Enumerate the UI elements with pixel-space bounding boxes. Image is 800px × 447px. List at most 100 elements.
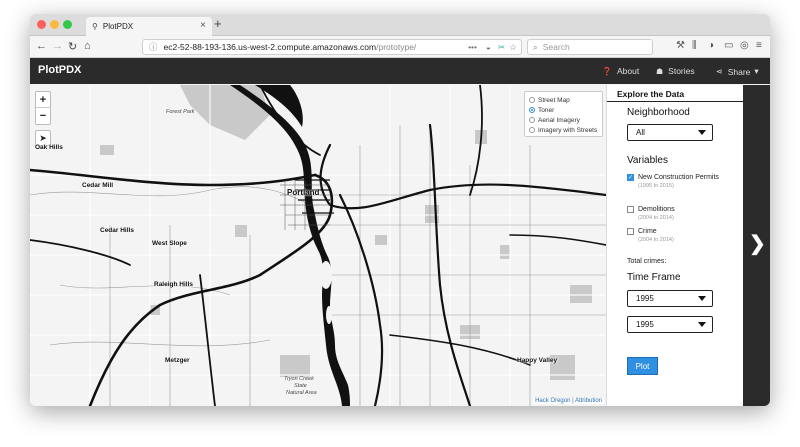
label-tryon-1: Tryon Creek [284,376,314,382]
nav-about[interactable]: ❓ About [602,66,639,76]
layer-label: Street Map [538,96,570,104]
app-content: + − ➤ Street Map Toner Aerial Imagery Im… [30,85,770,406]
pocket-icon[interactable]: ◒ [486,42,491,52]
time-start-select[interactable]: 1995 [627,290,713,307]
close-window-button[interactable] [37,20,46,29]
variable-new-construction[interactable]: ✓ New Construction Permits (1995 to 2015… [627,173,719,190]
label-forest-park: Forest Park [166,109,195,115]
chevron-down-icon [698,322,706,327]
label-cedar-hills: Cedar Hills [100,227,134,234]
radio-imagery-streets[interactable] [529,127,535,133]
checkbox-new-construction[interactable]: ✓ [627,174,634,181]
nav-stories-label: Stories [668,66,695,76]
layer-option-imagery-streets[interactable]: Imagery with Streets [529,125,598,135]
maximize-window-button[interactable] [63,20,72,29]
map-view[interactable]: + − ➤ Street Map Toner Aerial Imagery Im… [30,85,606,406]
chevron-down-icon [698,296,706,301]
chevron-down-icon [698,130,706,135]
share-icon: ⋖ [716,67,723,76]
search-input[interactable]: ⌕ Search [527,39,653,55]
time-end-value: 1995 [636,320,654,329]
sync-icon[interactable]: ◑ [708,40,714,51]
layer-label: Toner [538,106,555,114]
reload-button[interactable]: ↻ [68,40,77,53]
bookmark-star-icon[interactable]: ☆ [509,42,517,53]
timeframe-heading: Time Frame [627,272,681,283]
app-brand[interactable]: PlotPDX [38,64,81,76]
layer-label: Aerial Imagery [538,116,580,124]
stories-icon: ☗ [656,66,664,76]
tab-bar: ⚲ PlotPDX × + [30,14,770,36]
label-cedar-mill: Cedar Mill [82,182,114,189]
info-icon[interactable]: ⓘ [149,41,158,53]
minimize-window-button[interactable] [50,20,59,29]
radio-aerial[interactable] [529,117,535,123]
url-path: /prototype/ [376,42,417,52]
menu-icon[interactable]: ≡ [756,40,762,51]
variable-range: (2004 to 2014) [638,237,674,243]
zoom-out-button[interactable]: − [36,108,50,124]
new-tab-button[interactable]: + [214,16,222,31]
plot-button[interactable]: Plot [627,357,658,375]
label-happy-valley: Happy Valley [517,357,558,364]
back-button[interactable]: ← [36,40,47,52]
checkbox-crime[interactable] [627,228,634,235]
chevron-down-icon: ▾ [754,66,759,76]
map-pin-icon: ⚲ [92,22,98,31]
browser-window: ⚲ PlotPDX × + ← → ↻ ⌂ ⓘ ec2-52-88-193-13… [30,14,770,406]
close-tab-icon[interactable]: × [200,20,206,31]
screenshot-icon[interactable]: ✂ [498,42,505,53]
checkbox-demolitions[interactable] [627,206,634,213]
tab-title: PlotPDX [102,22,134,31]
variable-range: (1995 to 2015) [638,183,674,189]
label-metzger: Metzger [165,357,190,364]
screenshot-toolbar-icon[interactable]: ◎ [740,40,749,51]
chevron-right-icon[interactable]: ❯ [749,231,766,256]
search-placeholder: Search [542,42,570,52]
page-actions-icon[interactable]: ••• [468,42,477,52]
label-west-slope: West Slope [152,240,187,247]
search-icon: ⌕ [533,41,538,52]
layer-switcher: Street Map Toner Aerial Imagery Imagery … [524,91,603,137]
nav-share-label: Share [727,66,751,77]
sidebar-icon[interactable]: ▭ [724,40,733,51]
layer-label: Imagery with Streets [538,126,598,134]
wrench-icon[interactable]: ⚒ [676,40,685,51]
time-start-value: 1995 [636,294,654,303]
total-crimes-label: Total crimes: [627,258,667,265]
variable-demolitions[interactable]: Demolitions (2004 to 2014) [627,205,675,222]
neighborhood-value: All [636,128,645,137]
radio-toner[interactable] [529,107,535,113]
next-panel-bar: ❯ [743,85,770,406]
app-header: PlotPDX ❓ About ☗ Stories ⋖ Share ▾ [30,58,770,84]
nav-about-label: About [616,66,640,76]
home-button[interactable]: ⌂ [84,40,91,52]
label-raleigh-hills: Raleigh Hills [154,281,194,288]
label-tryon-2: State [294,383,307,389]
variable-label: Demolitions [638,206,675,213]
layer-option-aerial[interactable]: Aerial Imagery [529,115,598,125]
variable-range: (2004 to 2014) [638,215,674,221]
radio-street-map[interactable] [529,97,535,103]
time-end-select[interactable]: 1995 [627,316,713,333]
navigation-bar: ← → ↻ ⌂ ⓘ ec2-52-88-193-136.us-west-2.co… [30,36,770,58]
nav-stories[interactable]: ☗ Stories [656,66,695,76]
layer-option-street-map[interactable]: Street Map [529,95,598,105]
layer-option-toner[interactable]: Toner [529,105,598,115]
zoom-in-button[interactable]: + [36,92,50,108]
forward-button[interactable]: → [52,40,63,52]
neighborhood-select[interactable]: All [627,124,713,141]
sidebar-title: Explore the Data [607,85,743,102]
nav-share[interactable]: ⋖ Share ▾ [716,66,759,77]
label-oak-hills: Oak Hills [35,144,63,151]
tab-plotpdx[interactable]: ⚲ PlotPDX × [86,17,212,36]
variable-label: Crime [638,228,657,235]
label-portland: Portland [287,188,320,197]
zoom-control: + − [35,91,51,125]
library-icon[interactable]: ⫼ [692,40,697,51]
url-bar[interactable]: ⓘ ec2-52-88-193-136.us-west-2.compute.am… [142,39,522,55]
variable-crime[interactable]: Crime (2004 to 2014) [627,227,674,244]
label-tryon-3: Natural Area [286,390,317,396]
explore-sidebar: Explore the Data Neighborhood All Variab… [606,85,743,406]
map-attribution[interactable]: Hack Oregon | Attribution [533,398,604,404]
